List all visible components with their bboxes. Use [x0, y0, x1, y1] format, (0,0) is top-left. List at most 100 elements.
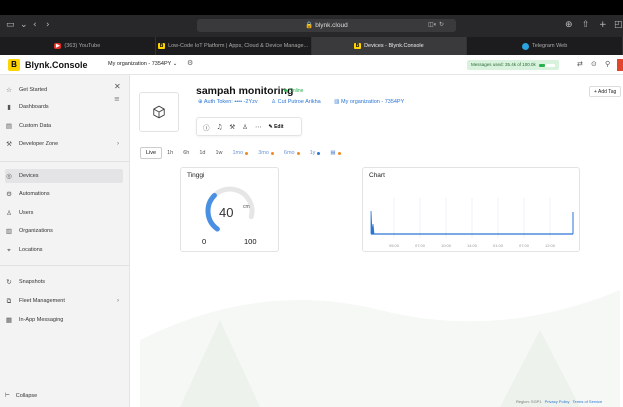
chevron-down-icon[interactable]: ⌄	[20, 20, 28, 30]
devices-icon: ◎	[6, 172, 12, 180]
range-tab-label: 1d	[199, 150, 206, 156]
add-tag-button[interactable]: + Add Tag	[589, 86, 622, 97]
range-tab-6mo[interactable]: 6mo	[279, 147, 305, 159]
sidebar-item-organizations[interactable]: ▥ Organizations	[5, 224, 123, 238]
range-tab-1y[interactable]: 1y	[305, 147, 326, 159]
device-org[interactable]: ▥ My organization - 7354PY	[334, 99, 410, 105]
collapse-label: Collapse	[15, 393, 38, 399]
tab-blynk-console[interactable]: B Devices - Blynk.Console	[311, 37, 468, 55]
back-icon[interactable]: ‹	[33, 20, 37, 30]
bell-icon[interactable]: ♫	[217, 123, 223, 131]
sidebar-item-get-started[interactable]: ☆ Get Started	[5, 83, 123, 97]
sidebar-item-custom-data[interactable]: ▤ Custom Data	[5, 119, 123, 133]
premium-dot-icon	[245, 151, 249, 155]
organization-icon: ▥	[5, 227, 13, 235]
privacy-policy-link[interactable]: Privacy Policy	[545, 399, 570, 404]
range-tab-live[interactable]: Live	[140, 147, 163, 159]
help-icon[interactable]: ⊙	[591, 60, 597, 68]
tools-icon[interactable]: ⚒	[229, 123, 235, 131]
org-label: My organization - 7354PY	[340, 99, 405, 105]
range-tab-custom[interactable]: ▦	[325, 147, 345, 159]
close-icon[interactable]: ✕	[114, 82, 121, 91]
sidebar-item-users[interactable]: ♙ Users	[5, 206, 123, 220]
sidebar-item-devices[interactable]: ◎ Devices	[5, 169, 123, 183]
gauge-widget[interactable]: Tinggi 40 cm 0 100	[180, 167, 279, 252]
title-bar	[0, 0, 623, 15]
gear-icon[interactable]: ⚙	[187, 59, 193, 67]
sidebar-item-label: Automations	[19, 191, 50, 197]
range-tab-1mo[interactable]: 1mo	[228, 147, 254, 159]
sidebar: ☆ Get Started ▮ Dashboards ▤ Custom Data…	[0, 75, 130, 407]
terms-of-service-link[interactable]: Terms of Service	[572, 399, 602, 404]
org-selector[interactable]: My organization - 7354PY ⌄	[108, 61, 177, 67]
tab-blynk-platform[interactable]: B Low-Code IoT Platform | Apps, Cloud & …	[156, 37, 312, 55]
download-icon[interactable]: ⊕	[565, 20, 573, 30]
announcement-icon[interactable]: ⇄	[577, 60, 583, 68]
extensions-icon[interactable]: ◫◐ ↻	[428, 21, 444, 28]
notification-icon[interactable]: ⚲	[605, 60, 610, 68]
range-tab-label: 1h	[167, 150, 174, 156]
user-avatar[interactable]	[617, 59, 623, 71]
auth-token[interactable]: ⊕ Auth Token: •••• -2Yzv	[198, 99, 264, 105]
database-icon: ▤	[5, 122, 13, 130]
range-tab-label: 6mo	[283, 150, 295, 156]
sidebar-toggle-icon[interactable]: ▭	[6, 20, 15, 30]
chart-x-tick: 07:00	[415, 243, 426, 248]
tab-label: (363) YouTube	[64, 43, 101, 49]
range-tab-3mo[interactable]: 3mo	[253, 147, 279, 159]
forward-icon[interactable]: ›	[46, 20, 50, 30]
premium-dot-icon	[296, 151, 300, 155]
premium-dot-icon	[317, 151, 321, 155]
sidebar-item-fleet-management[interactable]: ⧉ Fleet Management ›	[5, 294, 123, 308]
range-tab-1d[interactable]: 1d	[194, 147, 210, 159]
share-icon[interactable]: ⇧	[582, 20, 590, 30]
chart-x-tick: 12:00	[545, 243, 556, 248]
device-owner[interactable]: ♙ Cut Putroe Arikha	[271, 99, 327, 105]
blynk-icon: B	[354, 43, 362, 49]
star-icon: ☆	[6, 86, 12, 94]
range-tab-1w[interactable]: 1w	[210, 147, 227, 159]
range-tab-6h[interactable]: 6h	[178, 147, 194, 159]
footer: Region: SGP1 Privacy Policy Terms of Ser…	[516, 399, 602, 404]
tab-telegram[interactable]: Telegram Web	[467, 37, 623, 55]
developer-icon: ⚒	[6, 140, 12, 148]
sidebar-item-locations[interactable]: ⌖ Locations	[5, 243, 123, 257]
messages-used-label: Messages used: 35.4k of 100.0k	[471, 62, 536, 67]
blynk-icon: B	[158, 43, 166, 49]
calendar-icon: ▦	[330, 150, 336, 156]
sidebar-item-developer-zone[interactable]: ⚒ Developer Zone ›	[5, 137, 123, 151]
collapse-button[interactable]: ⊢ Collapse	[5, 393, 37, 399]
message-icon: ▦	[5, 316, 13, 324]
premium-dot-icon	[337, 151, 341, 155]
tab-overview-icon[interactable]: ◰	[614, 20, 623, 30]
users-icon: ♙	[6, 209, 12, 217]
new-tab-icon[interactable]: +	[599, 20, 607, 30]
sidebar-item-label: In-App Messaging	[19, 317, 64, 323]
sidebar-item-label: Dashboards	[19, 104, 49, 110]
address-bar[interactable]: 🔒 blynk.cloud	[197, 19, 456, 32]
messages-usage-badge[interactable]: Messages used: 35.4k of 100.0k	[467, 60, 559, 70]
chevron-right-icon: ›	[117, 141, 119, 147]
sidebar-item-automations[interactable]: ⚙ Automations	[5, 187, 123, 201]
owner-label: Cut Putroe Arikha	[277, 99, 321, 105]
user-add-icon[interactable]: ♙	[242, 123, 248, 131]
tab-strip: ▶ (363) YouTube B Low-Code IoT Platform …	[0, 37, 623, 55]
status-badge: Online	[284, 88, 303, 94]
sidebar-item-snapshots[interactable]: ↻ Snapshots	[5, 275, 123, 289]
brand-name: Blynk.Console	[25, 60, 88, 70]
menu-icon[interactable]: ≡	[114, 95, 120, 103]
chevron-down-icon: ⌄	[172, 61, 178, 67]
region-label: Region: SGP1	[516, 399, 542, 404]
more-icon[interactable]: ⋯	[255, 123, 262, 131]
tab-youtube[interactable]: ▶ (363) YouTube	[0, 37, 156, 55]
sidebar-item-label: Developer Zone	[19, 141, 59, 147]
edit-button[interactable]: ✎ Edit	[268, 124, 283, 130]
sidebar-item-dashboards[interactable]: ▮ Dashboards	[5, 100, 123, 114]
browser-chrome: ▭ ⌄ ‹ › 🔒 blynk.cloud ◫◐ ↻ ⊕ ⇧ + ◰ ▶ (36…	[0, 0, 623, 55]
range-tab-1h[interactable]: 1h	[162, 147, 178, 159]
sidebar-item-in-app-messaging[interactable]: ▦ In-App Messaging	[5, 313, 123, 327]
chart-widget[interactable]: Chart 05:00 07:00 10:00 14:00 01:00 07:00 12:0…	[362, 167, 580, 252]
gauge-fill	[205, 192, 220, 232]
brand[interactable]: B Blynk.Console	[8, 59, 88, 71]
info-icon[interactable]: ⓘ	[203, 122, 210, 132]
